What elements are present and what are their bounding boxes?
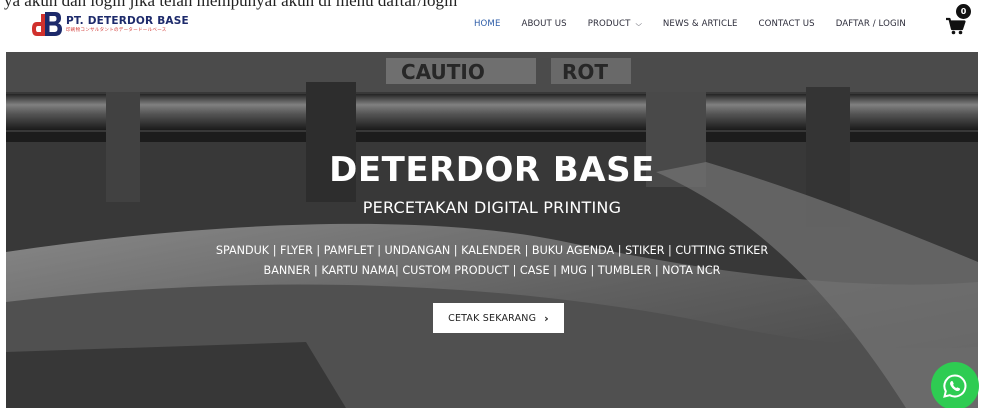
cart-count-badge: 0 bbox=[956, 4, 971, 19]
product-list-line-1: SPANDUK | FLYER | PAMFLET | UNDANGAN | K… bbox=[215, 244, 769, 257]
nav-product-label: PRODUCT bbox=[587, 19, 631, 29]
shopping-cart-icon[interactable] bbox=[946, 17, 966, 35]
hero-product-list: SPANDUK | FLYER | PAMFLET | UNDANGAN | K… bbox=[6, 241, 978, 281]
whatsapp-icon bbox=[943, 374, 967, 398]
nav-about-us[interactable]: ABOUT US bbox=[521, 19, 566, 29]
nav-contact-us[interactable]: CONTACT US bbox=[759, 19, 815, 29]
hero-banner: CAUTIO ROT DETERDOR BASE PERCETAKAN DIGI… bbox=[6, 52, 978, 408]
cetak-sekarang-button[interactable]: CETAK SEKARANG › bbox=[433, 303, 564, 333]
site-header: PT. DETERDOR BASE 印刷物コンサルタントのデータードールベース … bbox=[0, 0, 985, 52]
nav-home[interactable]: HOME bbox=[474, 19, 500, 29]
nav-daftar-login[interactable]: DAFTAR / LOGIN bbox=[836, 19, 906, 29]
nav-news-article[interactable]: NEWS & ARTICLE bbox=[663, 19, 738, 29]
chevron-right-icon: › bbox=[544, 311, 549, 325]
whatsapp-button[interactable] bbox=[931, 362, 979, 408]
main-nav: HOME ABOUT US PRODUCT ⌵ NEWS & ARTICLE CO… bbox=[474, 19, 922, 29]
chevron-down-icon: ⌵ bbox=[635, 20, 643, 28]
product-list-line-2: BANNER | KARTU NAMA| CUSTOM PRODUCT | CA… bbox=[263, 264, 721, 277]
cta-label: CETAK SEKARANG bbox=[448, 312, 537, 324]
hero-title: DETERDOR BASE bbox=[329, 150, 655, 190]
hero-subtitle: PERCETAKAN DIGITAL PRINTING bbox=[362, 198, 622, 217]
brand-subtitle: 印刷物コンサルタントのデータードールベース bbox=[66, 27, 167, 32]
logo-mark-icon bbox=[32, 10, 62, 38]
nav-product[interactable]: PRODUCT ⌵ bbox=[587, 19, 643, 29]
brand-logo[interactable]: PT. DETERDOR BASE 印刷物コンサルタントのデータードールベース bbox=[32, 10, 189, 38]
brand-title: PT. DETERDOR BASE bbox=[66, 15, 189, 27]
